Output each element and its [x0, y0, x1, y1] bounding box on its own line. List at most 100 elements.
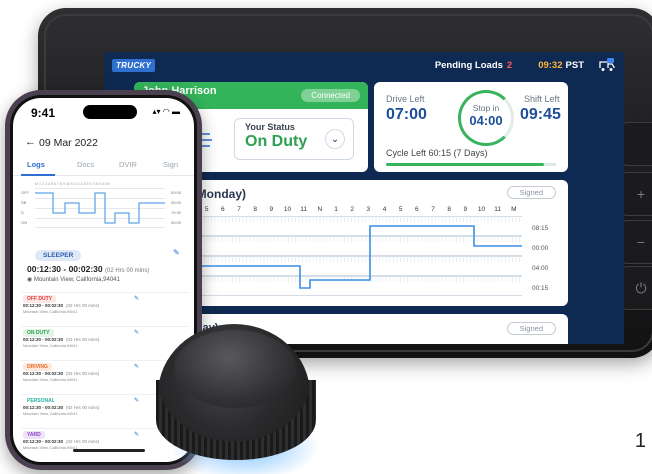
hour-label: N: [317, 206, 323, 213]
list-item[interactable]: OFF DUTY ✎ 00:12:30 - 00:02:30 (02 Hrs 00 m…: [21, 292, 189, 319]
tab-docs[interactable]: Docs: [77, 160, 94, 169]
status-selector[interactable]: Your Status On Duty ⌄: [234, 118, 354, 160]
event-time-range: 00:12:30 - 00:02:30: [23, 439, 64, 444]
edit-icon[interactable]: ✎: [173, 248, 180, 257]
location-pin-icon: ◉: [27, 277, 34, 283]
hour-label: 11: [494, 206, 502, 213]
graph-total: 00:00: [170, 200, 181, 205]
hour-label: 7: [431, 206, 435, 213]
event-duration: (02 Hrs 00 mins): [66, 337, 100, 342]
event-location: Mountain View, California,94041: [23, 344, 78, 348]
duty-status-badge: OFF DUTY: [23, 295, 56, 303]
page-number: 1: [634, 430, 646, 452]
cycle-progress-bar: [386, 163, 556, 166]
event-time-range: 00:12:30 - 00:02:30: [23, 405, 64, 410]
connected-badge: Connected: [301, 89, 360, 102]
total-value: 00:15: [532, 285, 549, 292]
power-icon: ⏻: [635, 280, 647, 296]
status-icons: ▴▾ ◠ ▬: [152, 107, 180, 116]
truck-icon[interactable]: [598, 58, 616, 72]
graph-total: 00:00: [170, 190, 181, 195]
event-time: 00:12:30 - 00:02:30 (02 Hrs 00 mins): [23, 439, 99, 444]
event-time-range: 00:12:30 - 00:02:30: [23, 371, 64, 376]
edit-icon[interactable]: ✎: [134, 363, 139, 370]
edit-icon[interactable]: ✎: [134, 329, 139, 336]
chevron-down-icon[interactable]: ⌄: [325, 129, 345, 149]
graph-row-label: ON: [21, 220, 27, 225]
tab-logs[interactable]: Logs: [27, 160, 45, 169]
hour-label: 2: [350, 206, 354, 213]
shift-left-label: Shift Left: [524, 94, 560, 104]
graph-row-label: OFF: [21, 190, 29, 195]
hour-label: 8: [253, 206, 257, 213]
dynamic-island: [83, 105, 137, 119]
event-time: 00:12:30 - 00:02:30 (02 Hrs 00 mins): [23, 337, 99, 342]
sleeper-location: ◉ Mountain View, California,94041: [27, 276, 120, 283]
event-location: Mountain View, California,94041: [23, 310, 78, 314]
graph-hours: M 1 2 3 4 5 6 7 8 9 10 N 1 2 3 4 5 6 7 8…: [35, 182, 110, 186]
edit-icon[interactable]: ✎: [134, 431, 139, 438]
hos-timers-card: Drive Left 07:00 Stop in 04:00 Shift Lef…: [374, 82, 568, 172]
pending-loads-count[interactable]: 2: [507, 60, 512, 71]
event-time: 00:12:30 - 00:02:30 (02 Hrs 00 mins): [23, 405, 99, 410]
total-value: 00:00: [532, 245, 549, 252]
back-arrow-icon[interactable]: ←: [25, 136, 36, 148]
hour-label: 1: [334, 206, 338, 213]
sleeper-duration: (02 Hrs 00 mins): [104, 268, 150, 274]
edit-icon[interactable]: ✎: [134, 295, 139, 302]
drive-left-value: 07:00: [386, 106, 427, 123]
product-scene: + − ⏻ TRUCKY Pending Loads 2 09:32 PST J…: [0, 0, 652, 474]
hour-label: 6: [415, 206, 419, 213]
event-location: Mountain View, California,94041: [23, 446, 78, 450]
stop-in-label: Stop in: [472, 103, 500, 113]
stop-in-ring: Stop in 04:00: [458, 90, 514, 146]
graph-row-label: SB: [21, 200, 27, 205]
hour-label: 4: [382, 206, 387, 213]
sleeper-badge: SLEEPER: [35, 250, 82, 261]
pending-loads-label[interactable]: Pending Loads: [435, 60, 503, 71]
hour-label: 8: [447, 206, 451, 213]
minus-icon: −: [636, 234, 646, 250]
event-time: 00:12:30 - 00:02:30 (02 Hrs 00 mins): [23, 303, 99, 308]
total-value: 08:15: [532, 225, 549, 232]
top-bar: TRUCKY Pending Loads 2 09:32 PST: [104, 52, 624, 78]
home-indicator[interactable]: [73, 449, 145, 452]
active-tab-indicator: [21, 174, 55, 176]
hour-label: 5: [398, 206, 403, 213]
hour-label: 3: [366, 206, 371, 213]
dashboard: John Harrison 5345234H5K5J Connected You…: [134, 82, 616, 344]
duty-status-badge: PERSONAL: [23, 397, 59, 405]
graph-total: 70:30: [170, 210, 181, 215]
phone-time: 9:41: [31, 106, 56, 120]
edit-icon[interactable]: ✎: [134, 397, 139, 404]
mini-duty-graph: M 1 2 3 4 5 6 7 8 9 10 N 1 2 3 4 5 6 7 8…: [21, 182, 181, 234]
hour-label: 10: [283, 206, 292, 213]
event-time: 00:12:30 - 00:02:30 (02 Hrs 00 mins): [23, 371, 99, 376]
event-location: Mountain View, California,94041: [23, 378, 78, 382]
duty-status-badge: ON DUTY: [23, 329, 54, 337]
duty-status-badge: DRIVING: [23, 363, 52, 371]
hour-label: M: [511, 206, 517, 213]
hour-label: 9: [463, 206, 468, 213]
timezone: PST: [565, 59, 584, 71]
total-value: 04:00: [532, 265, 549, 272]
sleeper-location-text: Mountain View, California,94041: [33, 277, 120, 283]
device-top: [174, 330, 296, 408]
shift-left-value: 09:45: [520, 106, 561, 123]
signed-badge: Signed: [506, 322, 556, 335]
hour-label: 7: [237, 206, 241, 213]
sleeper-time: 00:12:30 - 00:02:30 (02 Hrs 00 mins): [27, 264, 149, 274]
event-time-range: 00:12:30 - 00:02:30: [23, 337, 64, 342]
eld-device: [152, 320, 324, 474]
tab-sign[interactable]: Sign: [163, 160, 178, 169]
stop-in-value: 04:00: [469, 113, 503, 128]
event-duration: (02 Hrs 00 mins): [66, 303, 100, 308]
tab-dvir[interactable]: DVIR: [119, 160, 137, 169]
event-duration: (02 Hrs 00 mins): [66, 439, 100, 444]
log-date: 09 Mar 2022: [39, 137, 98, 149]
drive-left-label: Drive Left: [386, 94, 425, 104]
side-button-icon: [633, 136, 649, 152]
hour-label: 11: [300, 206, 308, 213]
graph-row-label: D: [21, 210, 24, 215]
event-time-range: 00:12:30 - 00:02:30: [23, 303, 64, 308]
